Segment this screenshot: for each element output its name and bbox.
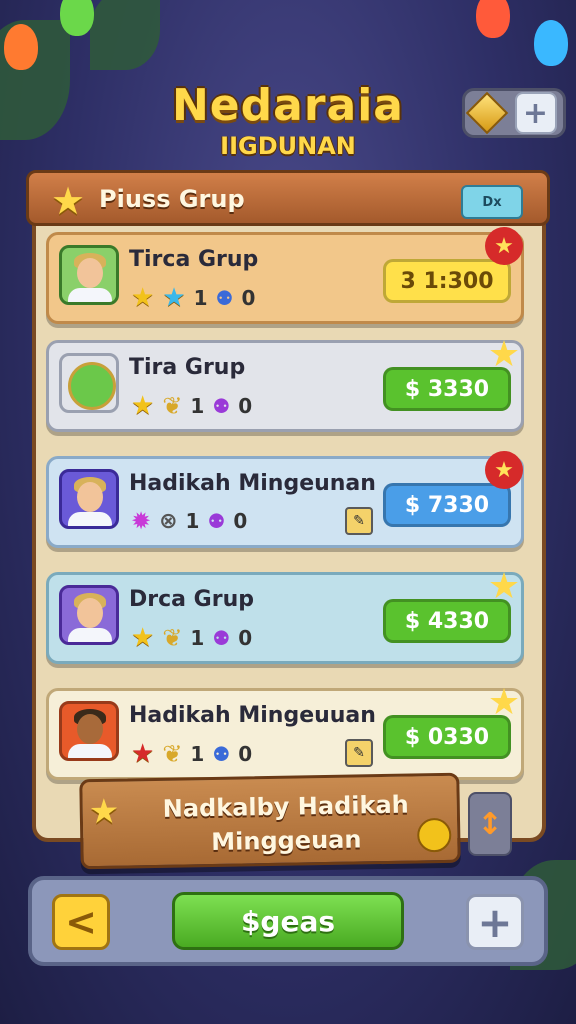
leaf-decoration bbox=[90, 0, 160, 70]
currency-widget[interactable]: + bbox=[462, 88, 566, 138]
panel-ok-button[interactable]: Dx bbox=[461, 185, 523, 219]
star-icon: ★ bbox=[131, 623, 155, 653]
count-value: 1 bbox=[185, 509, 200, 533]
row-stats: ★ ❦ 1 ⚉ 0 bbox=[131, 739, 252, 769]
row-stats: ★ ❦ 1 ⚉ 0 bbox=[131, 623, 252, 653]
badge-star-icon: ★ bbox=[485, 227, 523, 265]
row-stats: ★ ❦ 1 ⚉ 0 bbox=[131, 391, 252, 421]
bulb-decoration bbox=[60, 0, 94, 36]
count-value-2: 0 bbox=[238, 626, 253, 650]
back-button[interactable]: < bbox=[52, 894, 110, 950]
count-value: 1 bbox=[190, 626, 205, 650]
leaf-icon: ❦ bbox=[162, 624, 183, 652]
banner-text: Nadkalby Hadikah Minggeuan bbox=[130, 788, 441, 861]
edit-icon[interactable]: ✎ bbox=[345, 739, 373, 767]
weekly-banner[interactable]: ★ Nadkalby Hadikah Minggeuan bbox=[79, 772, 461, 870]
row-name: Tira Grup bbox=[129, 355, 246, 380]
list-item[interactable]: Tirca Grup ★ ★ 1 ⚉ 0 3 1:300 ★ bbox=[46, 227, 524, 324]
buy-button[interactable]: 3 1:300 bbox=[383, 259, 511, 303]
avatar bbox=[59, 585, 119, 645]
buy-button[interactable]: $ 7330 bbox=[383, 483, 511, 527]
row-stats: ✹ ⊗ 1 ⚉ 0 bbox=[131, 507, 247, 535]
badge-star-icon: ★ bbox=[487, 565, 521, 607]
banner-line-1: Nadkalby Hadikah bbox=[162, 790, 409, 823]
coin-icon bbox=[416, 817, 452, 853]
leaf-icon: ❦ bbox=[162, 740, 183, 768]
count-value: 1 bbox=[190, 742, 205, 766]
star-icon: ★ bbox=[51, 179, 86, 223]
blue-star-icon: ★ bbox=[162, 283, 186, 313]
list-item[interactable]: Drca Grup ★ ❦ 1 ⚉ 0 $ 4330 ★ bbox=[46, 566, 524, 664]
row-name: Drca Grup bbox=[129, 587, 254, 612]
list-item[interactable]: Hadikah Mingeunan ✹ ⊗ 1 ⚉ 0 ✎ $ 7330 ★ bbox=[46, 451, 524, 548]
avatar bbox=[59, 353, 119, 413]
badge-star-icon: ★ bbox=[487, 681, 521, 723]
list-item[interactable]: Hadikah Mingeuuan ★ ❦ 1 ⚉ 0 ✎ $ 0330 ★ bbox=[46, 682, 524, 780]
emblem-icon bbox=[68, 362, 116, 410]
gem-icon bbox=[465, 91, 508, 135]
banner-line-2: Minggeuan bbox=[210, 825, 362, 856]
badge-star-icon: ★ bbox=[487, 333, 521, 375]
panel-title: Piuss Grup bbox=[99, 185, 245, 213]
members-icon: ⚉ bbox=[207, 509, 226, 533]
leaf-icon: ❦ bbox=[162, 392, 183, 420]
add-button[interactable]: + bbox=[466, 894, 524, 950]
star-icon: ★ bbox=[131, 739, 155, 769]
bulb-decoration bbox=[534, 20, 568, 66]
add-currency-button[interactable]: + bbox=[514, 92, 557, 134]
members-icon: ⚉ bbox=[212, 742, 231, 766]
row-name: Tirca Grup bbox=[129, 247, 259, 272]
members-icon: ⚉ bbox=[215, 286, 234, 310]
count-value-2: 0 bbox=[238, 394, 253, 418]
count-value: 1 bbox=[190, 394, 205, 418]
count-value-2: 0 bbox=[241, 286, 256, 310]
row-name: Hadikah Mingeunan bbox=[129, 471, 376, 496]
star-icon: ★ bbox=[131, 391, 155, 421]
play-button[interactable]: $geas bbox=[172, 892, 404, 950]
count-value-2: 0 bbox=[233, 509, 248, 533]
bulb-decoration bbox=[476, 0, 510, 38]
members-icon: ⚉ bbox=[212, 626, 231, 650]
count-value: 1 bbox=[193, 286, 208, 310]
list-item[interactable]: Tira Grup ★ ❦ 1 ⚉ 0 $ 3330 ★ bbox=[46, 334, 524, 432]
star-icon: ★ bbox=[131, 283, 155, 313]
bulb-decoration bbox=[4, 24, 38, 70]
avatar bbox=[59, 469, 119, 529]
shield-icon: ⊗ bbox=[159, 508, 178, 534]
sort-arrows-icon[interactable]: ↕ bbox=[468, 792, 512, 856]
members-icon: ⚉ bbox=[212, 394, 231, 418]
avatar bbox=[59, 245, 119, 305]
avatar bbox=[59, 701, 119, 761]
count-value-2: 0 bbox=[238, 742, 253, 766]
gear-icon: ✹ bbox=[131, 507, 152, 535]
edit-icon[interactable]: ✎ bbox=[345, 507, 373, 535]
badge-star-icon: ★ bbox=[485, 451, 523, 489]
row-name: Hadikah Mingeuuan bbox=[129, 703, 376, 728]
bottom-bar: < $geas + bbox=[28, 876, 548, 966]
star-icon: ★ bbox=[88, 791, 120, 833]
panel-header: ★ Piuss Grup Dx bbox=[26, 170, 550, 226]
row-stats: ★ ★ 1 ⚉ 0 bbox=[131, 283, 255, 313]
